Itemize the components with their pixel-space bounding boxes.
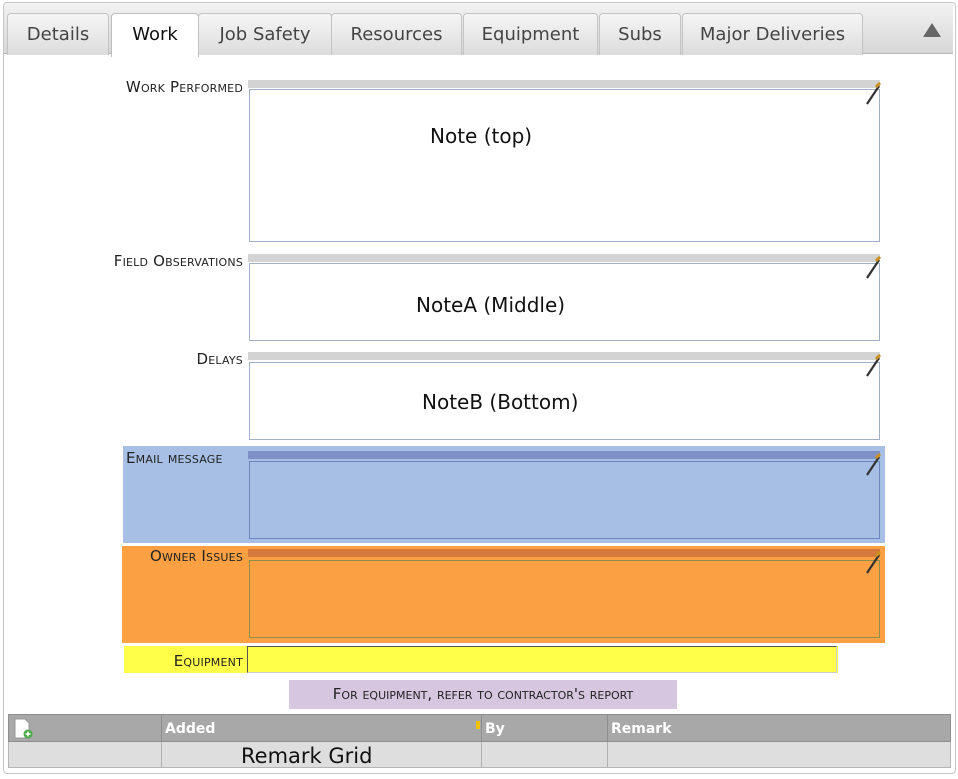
tab-equipment[interactable]: Equipment [463, 13, 598, 55]
email-message-toolbar [248, 451, 880, 459]
edit-pencil-icon[interactable] [864, 551, 882, 575]
added-column-header[interactable]: Added [162, 715, 482, 741]
edit-pencil-icon[interactable] [864, 453, 882, 477]
added-column-title: Added [165, 721, 216, 737]
tab-major-deliveries[interactable]: Major Deliveries [682, 13, 863, 55]
owner-issues-toolbar [248, 549, 880, 557]
email-message-label: Email message [126, 449, 223, 467]
remark-column-header[interactable]: Remark [608, 715, 952, 741]
tab-resources[interactable]: Resources [331, 13, 462, 55]
table-row[interactable] [8, 742, 951, 768]
work-performed-note-text: Note (top) [430, 124, 533, 148]
field-observations-toolbar [248, 254, 880, 262]
field-observations-note-text: NoteA (Middle) [416, 293, 566, 317]
tab-job-safety[interactable]: Job Safety [198, 13, 332, 55]
table-cell [482, 742, 608, 767]
remark-grid-header: Added By Remark [8, 714, 951, 742]
tab-bar: Details Work Job Safety Resources Equipm… [4, 3, 953, 57]
remark-grid-caption: Remark Grid [241, 744, 373, 768]
tab-subs[interactable]: Subs [599, 13, 681, 55]
sort-indicator-icon [476, 721, 480, 729]
table-cell [9, 742, 162, 767]
equipment-label: Equipment [173, 652, 243, 670]
equipment-input[interactable] [247, 646, 837, 673]
email-message-note[interactable] [249, 461, 880, 539]
collapse-arrow-icon[interactable] [923, 23, 941, 37]
owner-issues-note[interactable] [249, 560, 880, 638]
add-column-header [9, 715, 162, 741]
delays-note-text: NoteB (Bottom) [422, 390, 579, 414]
work-performed-toolbar [248, 80, 880, 88]
by-column-title: By [485, 721, 505, 737]
remark-grid: Added By Remark [8, 714, 951, 768]
work-performed-label: Work Performed [125, 78, 243, 96]
tab-details[interactable]: Details [7, 13, 109, 55]
equipment-hint: For equipment, refer to contractor's rep… [289, 680, 677, 709]
add-record-icon[interactable] [13, 718, 33, 740]
edit-pencil-icon[interactable] [864, 354, 882, 378]
edit-pencil-icon[interactable] [864, 256, 882, 280]
field-observations-label: Field Observations [113, 252, 243, 270]
edit-pencil-icon[interactable] [864, 82, 882, 106]
owner-issues-label: Owner Issues [149, 547, 243, 565]
remark-column-title: Remark [611, 721, 672, 737]
by-column-header[interactable]: By [482, 715, 608, 741]
delays-label: Delays [196, 350, 243, 368]
delays-toolbar [248, 352, 880, 360]
work-performed-note[interactable] [249, 89, 880, 242]
tab-work[interactable]: Work [111, 13, 199, 57]
